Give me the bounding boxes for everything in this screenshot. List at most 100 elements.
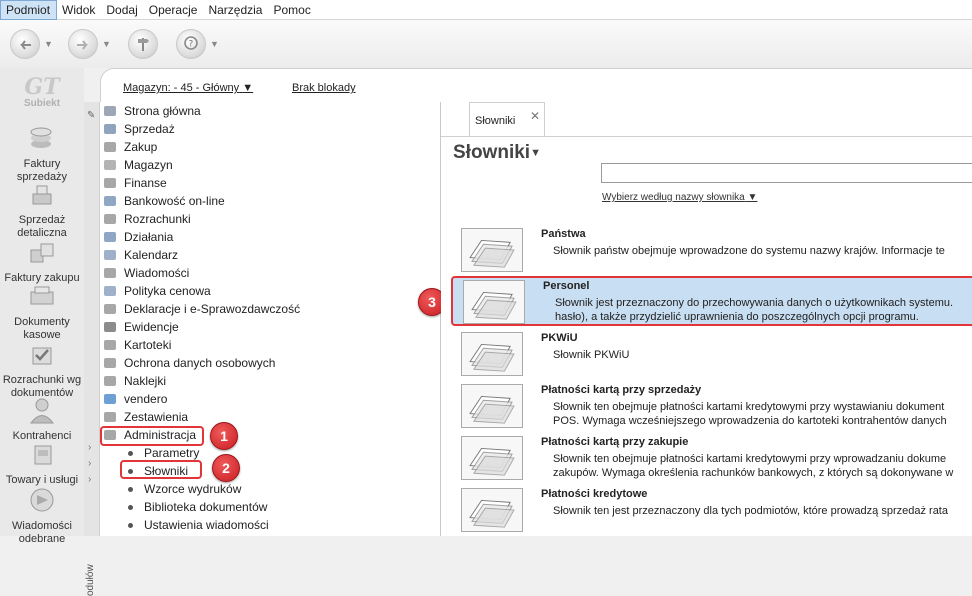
nav-item-4[interactable]: Finanse — [102, 174, 167, 192]
menu-widok[interactable]: Widok — [57, 0, 101, 20]
svg-text:?: ? — [189, 40, 194, 50]
close-icon[interactable]: ✕ — [530, 109, 540, 123]
dictionary-icon — [461, 436, 523, 480]
nav-subitem-4[interactable]: Ustawienia wiadomości — [128, 516, 269, 534]
dictionary-item-1[interactable]: Personel Słownik jest przeznaczony do prz… — [451, 276, 972, 326]
nav-item-1[interactable]: Sprzedaż — [102, 120, 175, 138]
actions-icon — [104, 232, 116, 242]
menu-operacje[interactable]: Operacje — [144, 0, 204, 20]
bullet-icon — [128, 504, 133, 510]
dictionary-item-2[interactable]: PKWiU Słownik PKWiU — [451, 330, 972, 380]
menu-dodaj[interactable]: Dodaj — [101, 0, 143, 20]
nav-item-5[interactable]: Bankowość on-line — [102, 192, 225, 210]
nav-subitem-label: Wzorce wydruków — [144, 482, 242, 496]
dictionary-item-4[interactable]: Płatności kartą przy zakupie Słownik ten … — [451, 434, 972, 484]
cash-icon — [30, 286, 54, 305]
back-button[interactable]: ▼ — [10, 29, 53, 59]
nav-item-0[interactable]: Strona główna — [102, 102, 201, 120]
pin-icon[interactable]: ✎ — [87, 110, 95, 121]
dictionary-title: Płatności kartą przy zakupie — [541, 436, 689, 448]
nav-item-17[interactable]: Zestawienia — [102, 408, 188, 426]
nav-item-label: vendero — [124, 392, 168, 406]
page-title[interactable]: Słowniki▼ — [453, 142, 541, 164]
nav-item-15[interactable]: Naklejki — [102, 372, 166, 390]
dictionary-description: Słownik PKWiU — [553, 348, 972, 362]
chevron-right-icon[interactable]: › — [88, 458, 91, 469]
menu-bar: Podmiot Widok Dodaj Operacje Narzędzia P… — [0, 0, 972, 20]
dictionary-title: Płatności kredytowe — [541, 488, 648, 500]
help-button[interactable]: ? ▼ — [176, 29, 219, 59]
dictionary-description: Słownik państw obejmuje wprowadzone do s… — [553, 244, 972, 258]
forward-button[interactable]: ▼ — [68, 29, 111, 59]
nav-item-12[interactable]: Ewidencje — [102, 318, 179, 336]
page-title-text: Słowniki — [453, 142, 531, 163]
lock-status-link[interactable]: Brak blokady — [292, 82, 356, 94]
nav-item-label: Kalendarz — [124, 248, 179, 262]
chevron-down-icon: ▼ — [44, 39, 53, 49]
module-faktury-sprzedazy[interactable]: Faktury sprzedaży — [0, 124, 84, 184]
dictionary-title: PKWiU — [541, 332, 578, 344]
nav-item-2[interactable]: Zakup — [102, 138, 157, 156]
search-input[interactable] — [601, 163, 972, 183]
module-dokumenty-kasowe[interactable]: Dokumenty kasowe — [0, 282, 84, 342]
dictionary-description-line: Słownik PKWiU — [553, 349, 630, 361]
module-sprzedaz-detaliczna[interactable]: Sprzedaż detaliczna — [0, 180, 84, 240]
dictionary-description-line: Słownik ten obejmuje płatności kartami k… — [553, 401, 945, 413]
chevron-right-icon[interactable]: › — [88, 442, 91, 453]
nav-item-6[interactable]: Rozrachunki — [102, 210, 191, 228]
nav-item-13[interactable]: Kartoteki — [102, 336, 171, 354]
dictionary-item-3[interactable]: Płatności kartą przy sprzedaży Słownik te… — [451, 382, 972, 432]
nav-subitem-2[interactable]: Wzorce wydruków — [128, 480, 241, 498]
tab-slowniki[interactable]: Słowniki ✕ — [469, 102, 545, 136]
help-icon: ? — [184, 36, 198, 50]
step-badge-2: 2 — [212, 454, 240, 482]
cards-icon — [104, 340, 116, 350]
dictionary-description: Słownik ten obejmuje płatności kartami k… — [553, 400, 972, 428]
bullet-icon — [128, 486, 133, 492]
menu-narzedzia[interactable]: Narzędzia — [203, 0, 268, 20]
nav-item-label: Zestawienia — [124, 410, 189, 424]
module-rozrachunki-wg-dokumentow[interactable]: Rozrachunki wg dokumentów — [0, 340, 84, 400]
warehouse-selector[interactable]: Magazyn: - 45 - Główny ▼ — [123, 82, 253, 94]
person-icon — [30, 398, 54, 424]
nav-item-8[interactable]: Kalendarz — [102, 246, 178, 264]
scale-icon — [32, 185, 52, 205]
nav-item-9[interactable]: Wiadomości — [102, 264, 189, 282]
pricing-icon — [104, 286, 116, 296]
dictionary-item-0[interactable]: Państwa Słownik państw obejmuje wprowadzo… — [451, 226, 972, 276]
module-towary-i-uslugi[interactable]: Towary i usługi — [0, 440, 84, 487]
goods-icon — [34, 445, 52, 465]
module-faktury-zakupu[interactable]: Faktury zakupu — [0, 238, 84, 285]
nav-item-7[interactable]: Działania — [102, 228, 173, 246]
menu-pomoc[interactable]: Pomoc — [268, 0, 316, 20]
nav-item-label: Naklejki — [124, 374, 167, 388]
nav-item-3[interactable]: Magazyn — [102, 156, 173, 174]
dictionary-title: Płatności kartą przy sprzedaży — [541, 384, 702, 396]
dictionary-icon — [463, 280, 525, 324]
back-arrow-icon — [20, 40, 31, 50]
nav-item-label: Magazyn — [124, 158, 173, 172]
module-wiadomosci-odebrane[interactable]: Wiadomości odebrane — [0, 486, 84, 546]
reports-icon — [104, 412, 116, 422]
nav-subitem-label: Parametry — [144, 446, 200, 460]
nav-item-label: Deklaracje i e-Sprawozdawczość — [124, 302, 301, 316]
nav-subitem-3[interactable]: Biblioteka dokumentów — [128, 498, 267, 516]
nav-item-label: Działania — [124, 230, 174, 244]
signpost-button[interactable] — [128, 29, 158, 59]
nav-item-10[interactable]: Polityka cenowa — [102, 282, 211, 300]
nav-item-16[interactable]: vendero — [102, 390, 167, 408]
dictionary-item-5[interactable]: Płatności kredytowe Słownik ten jest prze… — [451, 486, 972, 536]
signpost-icon — [138, 38, 149, 51]
labels-icon — [104, 376, 116, 386]
nav-item-label: Wiadomości — [124, 266, 190, 280]
records-icon — [104, 322, 116, 332]
dictionary-description-line: POS. Wymaga wcześniejszego wprowadzenia … — [553, 415, 947, 427]
module-label: Wiadomości odebrane — [12, 520, 72, 545]
chevron-right-icon[interactable]: › — [88, 474, 91, 485]
menu-podmiot[interactable]: Podmiot — [0, 0, 58, 20]
step-badge-1: 1 — [210, 422, 238, 450]
module-kontrahenci[interactable]: Kontrahenci — [0, 396, 84, 443]
search-mode-link[interactable]: Wybierz według nazwy słownika ▼ — [602, 192, 757, 203]
nav-item-11[interactable]: Deklaracje i e-Sprawozdawczość — [102, 300, 300, 318]
nav-item-14[interactable]: Ochrona danych osobowych — [102, 354, 275, 372]
